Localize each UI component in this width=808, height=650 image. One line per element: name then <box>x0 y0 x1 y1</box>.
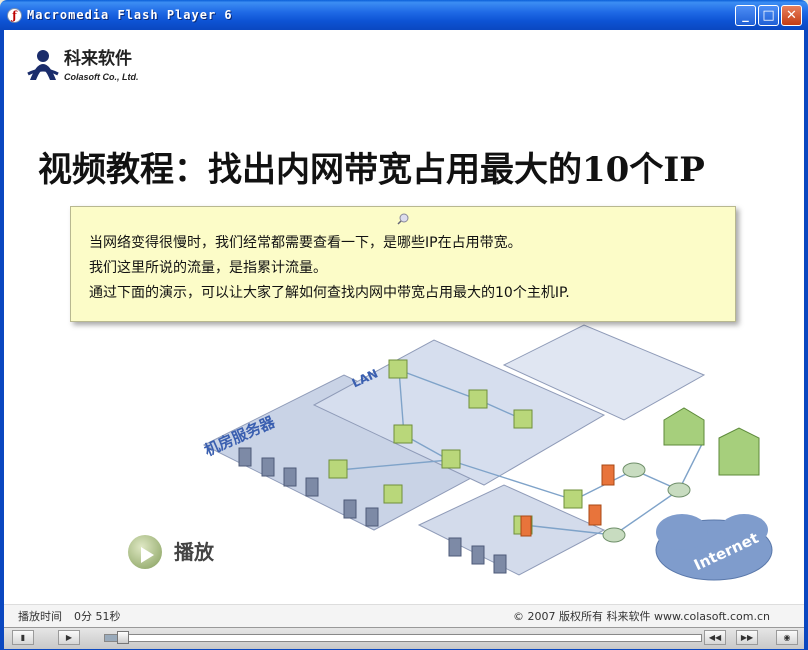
logo-mark-icon <box>27 50 59 80</box>
flash-content: 科来软件 Colasoft Co., Ltd. 视频教程：找出内网带宽占用最大的… <box>4 30 804 627</box>
router-icon <box>602 527 626 543</box>
seek-thumb[interactable] <box>116 631 129 644</box>
pushpin-icon <box>397 213 409 225</box>
router-icon <box>667 482 691 498</box>
firewall-icon <box>588 504 602 526</box>
play-icon <box>128 535 162 569</box>
server-icon <box>448 537 462 557</box>
minimize-button[interactable]: _ <box>735 5 756 26</box>
switch-icon <box>563 489 583 509</box>
close-button[interactable]: ✕ <box>781 5 802 26</box>
switch-icon <box>393 424 413 444</box>
server-icon <box>471 545 485 565</box>
note-line: 我们这里所说的流量，是指累计流量。 <box>89 260 327 276</box>
slide-title: 视频教程：找出内网带宽占用最大的10个IP <box>38 150 705 190</box>
firewall-icon <box>520 515 532 537</box>
logo-name-en: Colasoft Co., Ltd. <box>64 72 139 82</box>
seek-progress <box>105 635 117 641</box>
server-icon <box>343 499 357 519</box>
play-time-label: 播放时间 <box>18 610 62 623</box>
switch-icon <box>383 484 403 504</box>
title-bar[interactable]: ƒ Macromedia Flash Player 6 _ □ ✕ <box>0 0 808 30</box>
router-icon <box>622 462 646 478</box>
footer-bar: 播放时间 0分 51秒 © 2007 版权所有 科来软件 www.colasof… <box>4 604 804 627</box>
play-label: 播放 <box>174 540 214 564</box>
volume-icon[interactable]: ◉ <box>776 630 798 645</box>
building-icon <box>663 407 705 446</box>
info-note: 当网络变得很慢时，我们经常都需要查看一下，是哪些IP在占用带宽。 我们这里所说的… <box>70 206 736 322</box>
switch-icon <box>468 389 488 409</box>
stop-button[interactable]: ▮ <box>12 630 34 645</box>
building-icon <box>718 427 760 476</box>
server-icon <box>493 554 507 574</box>
flash-player-icon: ƒ <box>7 8 22 23</box>
network-diagram: Internet LAN 机房服务器 <box>202 324 773 581</box>
logo-name-cn: 科来软件 <box>64 49 132 69</box>
server-icon <box>365 507 379 527</box>
switch-icon <box>328 459 348 479</box>
server-icon <box>283 467 297 487</box>
play-button[interactable]: 播放 <box>128 533 238 573</box>
colasoft-logo: 科来软件 Colasoft Co., Ltd. <box>26 48 166 93</box>
player-control-bar: ▮ ▶ ◀◀ ▶▶ ◉ <box>4 627 804 649</box>
server-icon <box>238 447 252 467</box>
switch-icon <box>513 409 533 429</box>
firewall-icon <box>601 464 615 486</box>
play-control-button[interactable]: ▶ <box>58 630 80 645</box>
note-line: 通过下面的演示，可以让大家了解如何查找内网中带宽占用最大的10个主机IP. <box>89 285 570 301</box>
copyright-text: © 2007 版权所有 科来软件 www.colasoft.com.cn <box>513 610 770 623</box>
switch-icon <box>388 359 408 379</box>
fast-forward-button[interactable]: ▶▶ <box>736 630 758 645</box>
server-icon <box>261 457 275 477</box>
switch-icon <box>441 449 461 469</box>
rewind-button[interactable]: ◀◀ <box>704 630 726 645</box>
note-line: 当网络变得很慢时，我们经常都需要查看一下，是哪些IP在占用带宽。 <box>89 235 522 251</box>
play-time-value: 0分 51秒 <box>74 610 121 623</box>
server-icon <box>305 477 319 497</box>
seek-bar[interactable] <box>104 631 702 644</box>
window-title: Macromedia Flash Player 6 <box>27 8 233 22</box>
maximize-button[interactable]: □ <box>758 5 779 26</box>
